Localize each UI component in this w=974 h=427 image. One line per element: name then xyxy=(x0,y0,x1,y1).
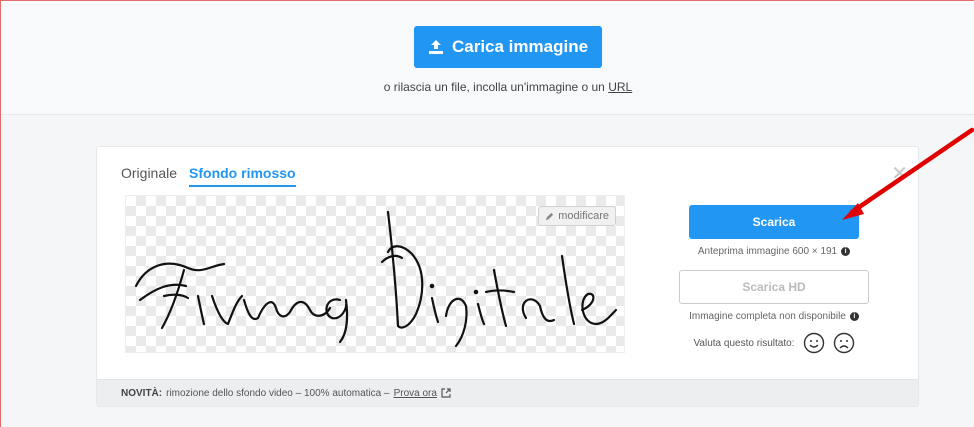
rating-label: Valuta questo risultato: xyxy=(693,337,795,349)
upload-section: Carica immagine o rilascia un file, inco… xyxy=(0,0,974,115)
hd-unavailable-text: Immagine completa non disponibile xyxy=(689,311,846,322)
rating-row: Valuta questo risultato: xyxy=(679,332,869,354)
preview-size-text: Anteprima immagine 600 × 191 xyxy=(697,246,838,257)
url-link[interactable]: URL xyxy=(608,80,632,94)
drop-hint: o rilascia un file, incolla un'immagine … xyxy=(0,80,974,94)
info-icon[interactable]: i xyxy=(841,247,851,256)
result-tabs: Originale Sfondo rimosso xyxy=(121,165,296,187)
hd-unavailable-note: Immagine completa non disponibile i xyxy=(679,311,869,322)
info-icon[interactable]: i xyxy=(849,312,859,321)
download-button[interactable]: Scarica xyxy=(689,205,859,239)
upload-button-label: Carica immagine xyxy=(451,37,589,56)
close-icon[interactable]: ✕ xyxy=(891,161,908,186)
external-link-icon xyxy=(441,388,451,398)
smile-icon[interactable] xyxy=(803,332,825,354)
news-label: NOVITÀ: xyxy=(121,387,163,399)
frown-icon[interactable] xyxy=(833,332,855,354)
edit-button[interactable]: modificare xyxy=(538,206,616,226)
upload-image-button[interactable]: Carica immagine xyxy=(414,26,602,68)
upload-icon xyxy=(428,40,443,54)
try-now-link[interactable]: Prova ora xyxy=(394,388,437,399)
tab-background-removed[interactable]: Sfondo rimosso xyxy=(189,165,296,187)
preview-size-note: Anteprima immagine 600 × 191 i xyxy=(679,246,869,257)
result-preview-image: modificare xyxy=(125,195,625,353)
tab-original[interactable]: Originale xyxy=(121,165,177,187)
pencil-icon xyxy=(546,212,554,220)
news-bar: NOVITÀ: rimozione dello sfondo video – 1… xyxy=(97,379,918,406)
news-text: rimozione dello sfondo video – 100% auto… xyxy=(166,387,390,399)
edit-button-label: modificare xyxy=(558,210,609,222)
drop-hint-text: o rilascia un file, incolla un'immagine … xyxy=(383,80,605,94)
download-hd-button[interactable]: Scarica HD xyxy=(679,270,869,304)
download-panel: Scarica Anteprima immagine 600 × 191 i S… xyxy=(679,205,869,354)
result-card: Originale Sfondo rimosso ✕ modificare Sc… xyxy=(96,146,919,407)
